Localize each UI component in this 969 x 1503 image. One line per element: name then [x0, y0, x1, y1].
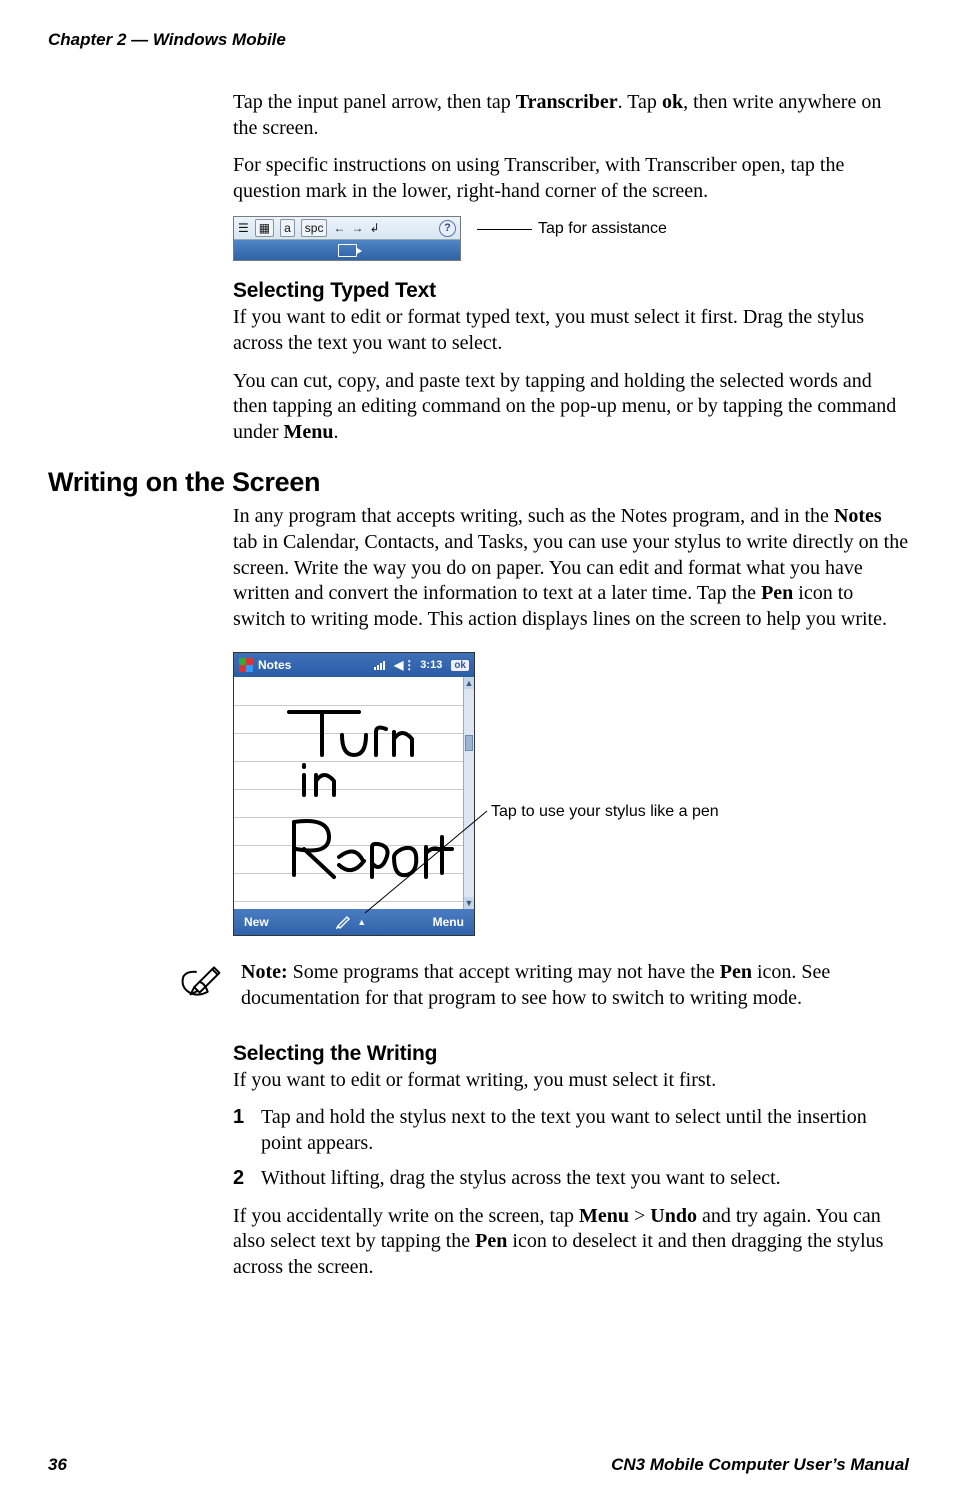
note-block: Note: Some programs that accept writing …: [178, 960, 909, 1023]
softkey-new[interactable]: New: [244, 915, 269, 929]
step-number: 2: [233, 1166, 247, 1192]
text: Tap the input panel arrow, then tap: [233, 91, 516, 113]
running-header: Chapter 2 — Windows Mobile: [48, 30, 909, 50]
body-column: Tap the input panel arrow, then tap Tran…: [233, 90, 909, 1281]
text: In any program that accepts writing, suc…: [233, 505, 834, 527]
windows-flag-icon: [239, 658, 253, 672]
list-icon: ☰: [238, 221, 249, 235]
enter-icon: ↲: [369, 221, 379, 235]
notes-bold: Notes: [834, 505, 882, 527]
intro-p2: For specific instructions on using Trans…: [233, 153, 909, 204]
intro-p1: Tap the input panel arrow, then tap Tran…: [233, 90, 909, 141]
arrow-right-icon: →: [351, 221, 363, 235]
text: If you accidentally write on the screen,…: [233, 1205, 579, 1227]
ok-bold: ok: [662, 91, 683, 113]
pen-toggle[interactable]: ▲: [335, 915, 366, 929]
text: Some programs that accept writing may no…: [288, 961, 720, 983]
text: . Tap: [618, 91, 662, 113]
help-icon[interactable]: ?: [439, 220, 456, 237]
note-label: Note:: [241, 961, 288, 983]
notes-figure-row: Notes ◀⋮ 3:13 ok ▲: [233, 644, 909, 946]
note-text: Note: Some programs that accept writing …: [241, 960, 909, 1011]
menu-bold: Menu: [284, 421, 334, 443]
pen-bold: Pen: [475, 1230, 507, 1252]
step-text: Tap and hold the stylus next to the text…: [261, 1105, 909, 1156]
ok-button[interactable]: ok: [451, 660, 469, 671]
note-icon: [178, 960, 223, 1023]
notes-titlebar: Notes ◀⋮ 3:13 ok: [234, 653, 474, 677]
pen-callout-label: Tap to use your stylus like a pen: [491, 803, 719, 821]
toolbar-callout: Tap for assistance: [477, 220, 667, 238]
undo-bold: Undo: [650, 1205, 697, 1227]
page-number: 36: [48, 1455, 67, 1475]
clock: 3:13: [420, 659, 442, 671]
step-number: 1: [233, 1105, 247, 1156]
keyboard-icon[interactable]: [338, 244, 357, 257]
selwriting-p1: If you want to edit or format writing, y…: [233, 1068, 909, 1094]
pen-bold: Pen: [720, 961, 752, 983]
steps-list: 1 Tap and hold the stylus next to the te…: [233, 1105, 909, 1192]
heading-selecting-writing: Selecting the Writing: [233, 1042, 909, 1066]
step-text: Without lifting, drag the stylus across …: [261, 1166, 781, 1192]
text: .: [334, 421, 339, 443]
signal-icon: [374, 660, 386, 670]
toolbar-figure: ☰ ▦ a spc ← → ↲ ? Tap for assistance: [233, 216, 909, 261]
selwriting-p2: If you accidentally write on the screen,…: [233, 1204, 909, 1281]
scroll-up-icon[interactable]: ▲: [464, 677, 474, 689]
pen-bold: Pen: [761, 582, 793, 604]
writing-p1: In any program that accepts writing, suc…: [233, 504, 909, 632]
transcriber-bold: Transcriber: [516, 91, 618, 113]
letter-a: a: [280, 219, 295, 237]
page: Chapter 2 — Windows Mobile Tap the input…: [0, 0, 969, 1503]
step-2: 2 Without lifting, drag the stylus acros…: [233, 1166, 909, 1192]
callout-label: Tap for assistance: [538, 220, 667, 238]
toolbar-row-bottom: [234, 240, 460, 260]
spc-key: spc: [301, 219, 328, 237]
menu-bold: Menu: [579, 1205, 629, 1227]
heading-writing-on-screen: Writing on the Screen: [48, 467, 909, 498]
transcriber-toolbar: ☰ ▦ a spc ← → ↲ ?: [233, 216, 461, 261]
callout-line: [477, 229, 532, 230]
footer: 36 CN3 Mobile Computer User’s Manual: [48, 1455, 909, 1475]
arrow-left-icon: ←: [333, 221, 345, 235]
pen-callout: Tap to use your stylus like a pen: [475, 809, 875, 909]
text: >: [629, 1205, 650, 1227]
heading-selecting-typed-text: Selecting Typed Text: [233, 279, 909, 303]
toolbar-row-top: ☰ ▦ a spc ← → ↲ ?: [234, 217, 460, 240]
typed-p2: You can cut, copy, and paste text by tap…: [233, 369, 909, 446]
grid-icon: ▦: [255, 219, 274, 237]
pen-icon: [335, 915, 353, 929]
speaker-icon: ◀⋮: [394, 658, 415, 672]
notes-title-text: Notes: [258, 658, 291, 672]
typed-p1: If you want to edit or format typed text…: [233, 305, 909, 356]
scroll-thumb[interactable]: [465, 735, 473, 751]
step-1: 1 Tap and hold the stylus next to the te…: [233, 1105, 909, 1156]
manual-title: CN3 Mobile Computer User’s Manual: [611, 1455, 909, 1475]
